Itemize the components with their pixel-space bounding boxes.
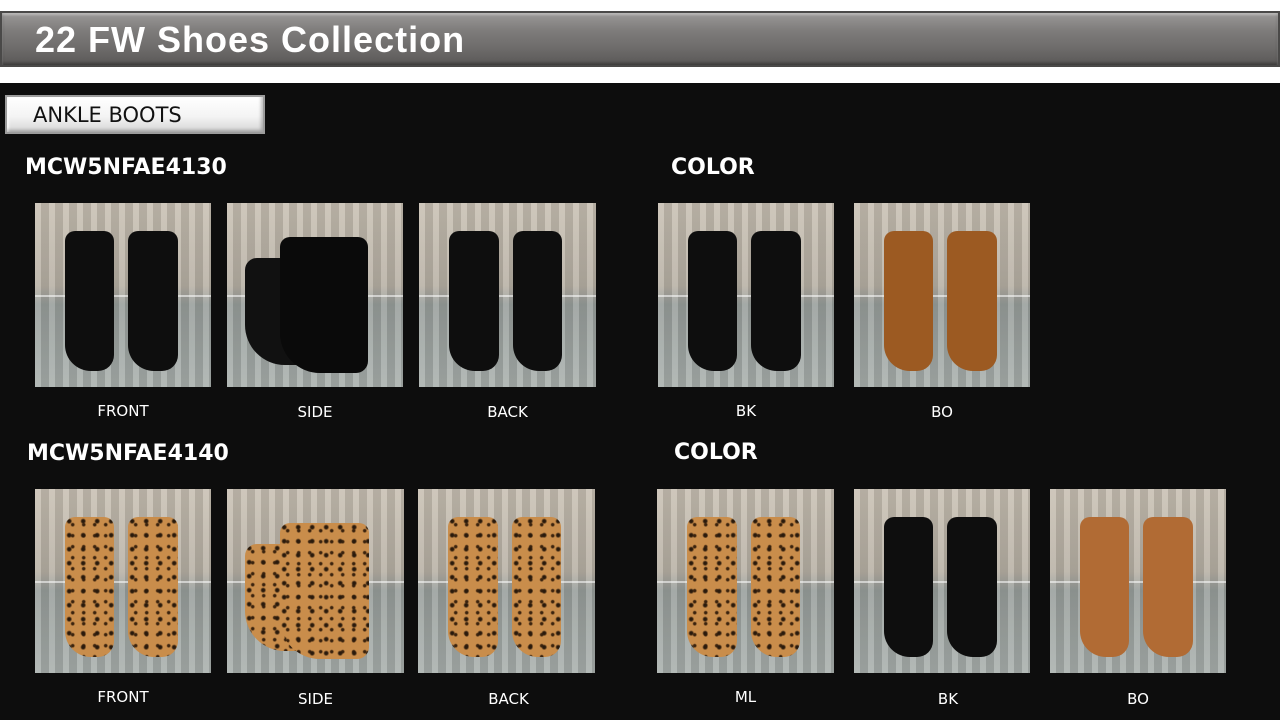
boot-left — [64, 231, 115, 371]
boot-right — [947, 231, 997, 371]
boot-right — [128, 517, 178, 657]
caption-color-bk: BK — [937, 690, 959, 708]
boot-right — [511, 517, 562, 657]
caption-back: BACK — [488, 690, 529, 708]
caption-color-bk: BK — [735, 402, 757, 420]
caption-color-bo: BO — [1127, 690, 1149, 708]
caption-front: FRONT — [97, 688, 149, 706]
boot-right — [512, 231, 563, 371]
color-heading-2: COLOR — [674, 440, 758, 465]
caption-side: SIDE — [297, 403, 333, 421]
caption-back: BACK — [487, 403, 528, 421]
boot-right — [1143, 517, 1193, 657]
product-2-back-photo — [418, 489, 595, 673]
caption-color-ml: ML — [734, 688, 757, 706]
product-code-1: MCW5NFAE4130 — [25, 155, 227, 180]
product-1-color-bo-photo — [854, 203, 1030, 387]
boot-right — [128, 231, 178, 371]
product-2-color-ml-photo — [657, 489, 834, 673]
boot-left — [883, 517, 934, 657]
product-1-back-photo — [419, 203, 596, 387]
product-1-front-photo — [35, 203, 211, 387]
page-title: 22 FW Shoes Collection — [35, 19, 466, 60]
boot-right — [751, 231, 801, 371]
product-2-color-bo-photo — [1050, 489, 1226, 673]
boot-left — [883, 231, 934, 371]
boot-right — [750, 517, 801, 657]
product-2-side-photo — [227, 489, 404, 673]
boot-right — [279, 236, 368, 373]
product-1-color-bk-photo — [658, 203, 834, 387]
category-tag: ANKLE BOOTS — [5, 95, 265, 134]
boot-left — [1079, 517, 1130, 657]
product-2-front-photo — [35, 489, 211, 673]
boot-right — [280, 522, 369, 659]
color-heading-1: COLOR — [671, 155, 755, 180]
caption-color-bo: BO — [931, 403, 953, 421]
product-code-2: MCW5NFAE4140 — [27, 441, 229, 466]
category-label: ANKLE BOOTS — [33, 103, 182, 127]
boot-left — [687, 231, 738, 371]
caption-side: SIDE — [298, 690, 333, 708]
boot-left — [64, 517, 115, 657]
boot-right — [947, 517, 997, 657]
product-2-color-bk-photo — [854, 489, 1030, 673]
caption-front: FRONT — [97, 402, 149, 420]
boot-left — [448, 517, 498, 657]
boot-left — [687, 517, 737, 657]
boot-left — [449, 231, 499, 371]
product-1-side-photo — [227, 203, 403, 387]
title-bar: 22 FW Shoes Collection — [0, 11, 1280, 67]
